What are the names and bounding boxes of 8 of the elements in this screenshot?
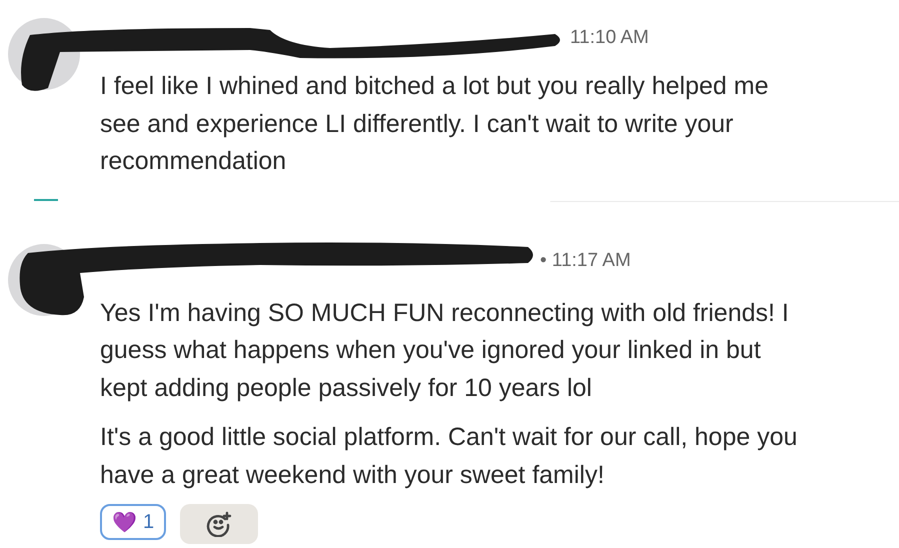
- message-text: It's a good little social platform. Can't wait for our call, hope you have a great weekend with your sweet family!: [100, 422, 798, 490]
- reaction-button[interactable]: 💜 1: [100, 504, 166, 540]
- add-reaction-button[interactable]: [180, 504, 258, 544]
- message-text: Yes I'm having SO MUCH FUN reconnecting with old friends! I guess what happens when you've ignored your linked in but kept adding people passively for 10 years lol: [100, 298, 790, 404]
- message-text: I feel like I whined and bitched a lot but you really helped me see and experience LI differently. I can't wait to write your recommendation: [100, 71, 770, 177]
- message-time: 11:10 AM: [570, 27, 649, 50]
- message-time: • 11:17 AM: [540, 250, 631, 272]
- smiley-plus-icon: [206, 511, 232, 537]
